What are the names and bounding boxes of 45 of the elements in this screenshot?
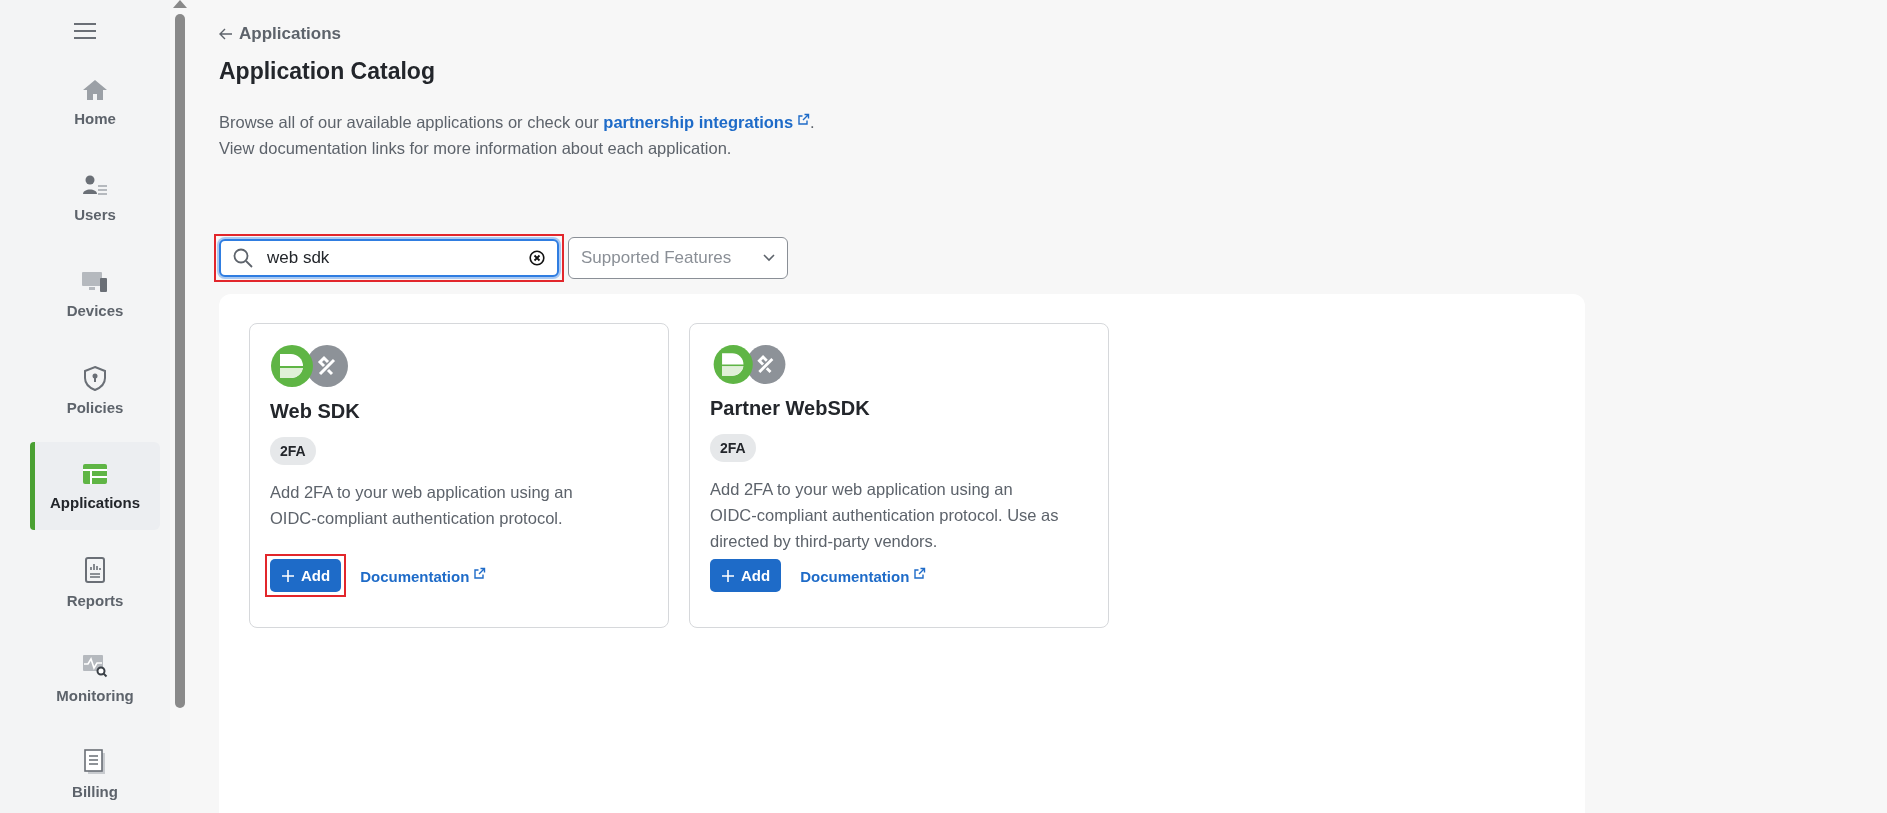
scrollbar[interactable] bbox=[170, 0, 190, 813]
scroll-up-arrow-icon[interactable] bbox=[173, 0, 187, 8]
search-input[interactable]: web sdk bbox=[265, 247, 517, 269]
monitor-magnifier-icon bbox=[81, 652, 109, 679]
search-icon bbox=[233, 248, 253, 268]
plus-icon bbox=[281, 568, 295, 583]
documentation-link[interactable]: Documentation bbox=[800, 566, 927, 585]
app-title: Web SDK bbox=[270, 400, 361, 423]
documentation-link[interactable]: Documentation bbox=[360, 566, 487, 585]
back-arrow-icon bbox=[219, 28, 233, 40]
sidebar-item[interactable]: Policies bbox=[30, 346, 160, 434]
shield-icon bbox=[81, 364, 109, 391]
app-description: Add 2FA to your web application using an OIDC-compliant authentication protocol. bbox=[270, 482, 574, 529]
add-button[interactable]: Add bbox=[270, 559, 342, 592]
chevron-down-icon bbox=[763, 254, 775, 262]
description-text: View documentation links for more information about each application. bbox=[219, 138, 733, 159]
external-link-icon bbox=[473, 566, 487, 580]
plus-icon bbox=[721, 568, 735, 583]
window-grid-icon bbox=[81, 461, 109, 486]
external-link-icon bbox=[913, 566, 927, 580]
app-title: Partner WebSDK bbox=[710, 397, 871, 420]
back-link[interactable]: Applications bbox=[219, 24, 341, 44]
sidebar-item[interactable]: Devices bbox=[30, 250, 160, 338]
monitor-phone-icon bbox=[81, 269, 109, 294]
page-title: Application Catalog bbox=[219, 58, 436, 85]
sidebar-item[interactable]: Applications bbox=[30, 442, 160, 530]
app-description: Add 2FA to your web application using an OIDC-compliant authentication protocol. Use as directed by third-party vendors. bbox=[710, 479, 1060, 552]
description-text: Browse all of our available applications or check our partnership integrations . bbox=[219, 112, 816, 133]
app-logo-icon bbox=[270, 344, 350, 388]
sidebar-item[interactable]: Monitoring bbox=[30, 634, 160, 722]
feature-tag: 2FA bbox=[270, 437, 316, 465]
add-button[interactable]: Add bbox=[710, 559, 782, 592]
features-dropdown[interactable]: Supported Features bbox=[568, 237, 788, 279]
sidebar-item[interactable]: Billing bbox=[30, 730, 160, 813]
menu-icon[interactable] bbox=[73, 22, 97, 40]
sidebar-item[interactable]: Users bbox=[30, 154, 160, 242]
search-field[interactable]: web sdk bbox=[219, 239, 559, 277]
sidebar-item[interactable]: Reports bbox=[30, 538, 160, 626]
person-list-icon bbox=[81, 173, 109, 198]
clear-icon[interactable] bbox=[529, 250, 545, 266]
feature-tag: 2FA bbox=[710, 434, 756, 462]
house-icon bbox=[81, 77, 109, 102]
external-link-icon bbox=[797, 113, 811, 126]
partnership-link[interactable]: partnership integrations bbox=[603, 113, 811, 131]
sidebar-item[interactable]: Home bbox=[30, 58, 160, 146]
